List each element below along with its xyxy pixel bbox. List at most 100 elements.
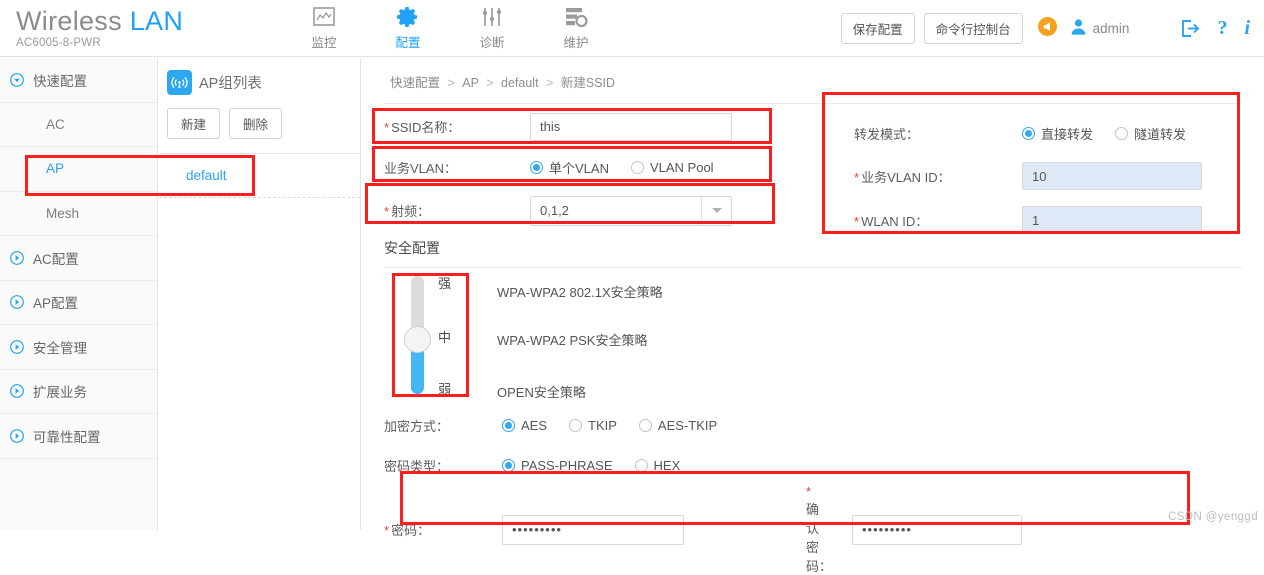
slider-tick-strong: 强 <box>438 276 452 291</box>
service-vlan-id-label-text: 业务VLAN ID： <box>861 169 951 185</box>
wlan-id-input[interactable] <box>1022 206 1202 234</box>
sidebar-label-reliability-config: 可靠性配置 <box>33 429 101 445</box>
radio-hex[interactable]: HEX <box>634 457 681 473</box>
forwarding-form: 转发模式： 直接转发 隧道转发 *业务VLAN ID： *WLAN ID： <box>832 113 1252 242</box>
radio-frequency-select[interactable]: 0,1,2 <box>530 195 732 226</box>
radio-label-hex: HEX <box>653 457 681 473</box>
radio-dot-icon <box>569 418 583 432</box>
encryption-label: 加密方式： <box>384 418 450 434</box>
breadcrumb-item-3: 新建SSID <box>560 76 616 90</box>
required-mark: * <box>854 169 860 185</box>
ssid-name-row: * SSID名称： <box>362 106 782 147</box>
radio-label-tkip: TKIP <box>588 417 617 433</box>
radio-aes[interactable]: AES <box>502 418 547 433</box>
sidebar-item-ac[interactable]: AC <box>0 103 157 147</box>
radio-aes-tkip[interactable]: AES-TKIP <box>638 418 717 433</box>
required-mark: * <box>384 120 390 135</box>
forward-mode-radio-group: 直接转发 隧道转发 <box>1022 124 1208 143</box>
wlan-id-label-text: WLAN ID： <box>861 213 929 229</box>
chevron-right-circle-icon <box>10 339 24 354</box>
ssid-name-label-text: SSID名称： <box>391 120 461 135</box>
chevron-down-icon <box>701 196 731 225</box>
sidebar-item-mesh[interactable]: Mesh <box>0 192 157 236</box>
breadcrumb-divider <box>384 103 1242 104</box>
radio-vlan-pool[interactable]: VLAN Pool <box>630 160 714 175</box>
radio-pass-phrase[interactable]: PASS-PHRASE <box>502 458 613 473</box>
radio-dot-icon <box>1115 127 1129 140</box>
sidebar-item-security-management[interactable]: 安全管理 <box>0 325 157 370</box>
service-vlan-radio-group: 单个VLAN VLAN Pool <box>530 158 736 177</box>
sidebar-item-ac-config[interactable]: AC配置 <box>0 236 157 281</box>
sidebar-label-extended-services: 扩展业务 <box>33 385 87 401</box>
encryption-row: 加密方式： AES TKIP AES-TKIP <box>362 405 1264 445</box>
sidebar-item-ap-config[interactable]: AP配置 <box>0 281 157 325</box>
brand-accent-text: LAN <box>129 6 184 36</box>
new-ap-group-button[interactable]: 新建 <box>167 108 221 139</box>
breadcrumb-item-1[interactable]: AP <box>462 76 478 90</box>
question-icon[interactable]: ? <box>1217 17 1227 40</box>
radio-tunnel-forward[interactable]: 隧道转发 <box>1115 124 1186 143</box>
sidebar-item-reliability-config[interactable]: 可靠性配置 <box>0 414 157 459</box>
cli-console-button[interactable]: 命令行控制台 <box>923 12 1023 44</box>
security-section-title: 安全配置 <box>384 240 440 256</box>
user-menu[interactable]: admin <box>1071 18 1130 38</box>
ap-group-row-label: default <box>186 168 227 183</box>
radio-dot-icon <box>502 418 515 432</box>
chevron-right-circle-icon <box>10 428 24 443</box>
megaphone-icon[interactable] <box>1037 17 1057 39</box>
radio-single-vlan[interactable]: 单个VLAN <box>530 158 609 177</box>
security-policy-wpa-8021x[interactable]: WPA-WPA2 802.1X安全策略 <box>497 282 663 330</box>
sidebar-item-ap[interactable]: AP <box>0 147 157 192</box>
nav-item-monitor[interactable]: 监控 <box>282 4 366 51</box>
user-icon <box>1071 18 1086 38</box>
sidebar-label-ap-config: AP配置 <box>33 296 79 312</box>
left-sidebar: 快速配置 AC AP Mesh AC配置 AP配置 安全管理 扩展业务 可靠性配… <box>0 58 158 530</box>
logout-icon[interactable] <box>1180 19 1200 38</box>
nav-item-config[interactable]: 配置 <box>366 4 450 51</box>
radio-dot-icon <box>630 161 644 174</box>
slider-tick-weak: 弱 <box>438 382 452 397</box>
security-policy-open[interactable]: OPEN安全策略 <box>497 382 663 401</box>
security-policy-list: WPA-WPA2 802.1X安全策略 WPA-WPA2 PSK安全策略 OPE… <box>497 282 663 401</box>
radio-frequency-value: 0,1,2 <box>540 203 569 218</box>
breadcrumb-item-2[interactable]: default <box>501 76 539 90</box>
slider-handle[interactable] <box>404 326 431 353</box>
required-mark: * <box>384 523 390 538</box>
forward-mode-label: 转发模式： <box>854 127 920 142</box>
breadcrumb: 快速配置 > AP > default > 新建SSID <box>362 58 1264 91</box>
service-vlan-row: 业务VLAN： 单个VLAN VLAN Pool <box>362 147 782 188</box>
device-model: AC6005-8-PWR <box>16 37 101 49</box>
radio-dot-icon <box>638 418 652 432</box>
security-policy-wpa-psk[interactable]: WPA-WPA2 PSK安全策略 <box>497 330 663 382</box>
service-vlan-id-input[interactable] <box>1022 162 1202 190</box>
save-config-button[interactable]: 保存配置 <box>840 12 915 44</box>
username-label: admin <box>1092 20 1130 36</box>
radio-label-single-vlan: 单个VLAN <box>549 161 609 176</box>
top-header-bar: Wireless LAN AC6005-8-PWR 监控 配置 诊断 维护 保存… <box>0 0 1264 57</box>
security-section-divider <box>384 267 1242 268</box>
watermark-text: CSDN @yenggd <box>1168 511 1258 523</box>
nav-item-maintenance[interactable]: 维护 <box>534 4 618 51</box>
radio-direct-forward[interactable]: 直接转发 <box>1022 124 1093 143</box>
confirm-password-label-text: 确认密码： <box>806 502 833 574</box>
breadcrumb-separator: > <box>546 76 554 90</box>
chevron-right-circle-icon <box>10 295 24 310</box>
ssid-basic-form: *SSID名称： 业务VLAN： 单个VLAN VLAN Pool *射频： <box>362 106 782 233</box>
breadcrumb-separator: > <box>447 76 455 90</box>
top-actions: 保存配置 命令行控制台 admin ? i <box>840 0 1264 57</box>
sidebar-item-quick-config[interactable]: 快速配置 <box>0 58 157 103</box>
ssid-name-input[interactable] <box>530 112 732 141</box>
breadcrumb-item-0[interactable]: 快速配置 <box>390 76 440 90</box>
security-strength-slider[interactable]: 强 中 弱 <box>400 276 460 397</box>
service-vlan-label: 业务VLAN： <box>384 161 457 176</box>
list-item[interactable]: default <box>159 154 360 198</box>
delete-ap-group-button[interactable]: 删除 <box>229 108 283 139</box>
radio-dot-icon <box>502 458 515 472</box>
radio-tkip[interactable]: TKIP <box>569 418 617 433</box>
sidebar-item-extended-services[interactable]: 扩展业务 <box>0 370 157 414</box>
radio-dot-icon <box>634 458 648 472</box>
nav-label-diagnose: 诊断 <box>479 35 505 50</box>
info-icon[interactable]: i <box>1244 17 1250 40</box>
maintenance-icon <box>534 4 618 30</box>
nav-item-diagnose[interactable]: 诊断 <box>450 4 534 51</box>
